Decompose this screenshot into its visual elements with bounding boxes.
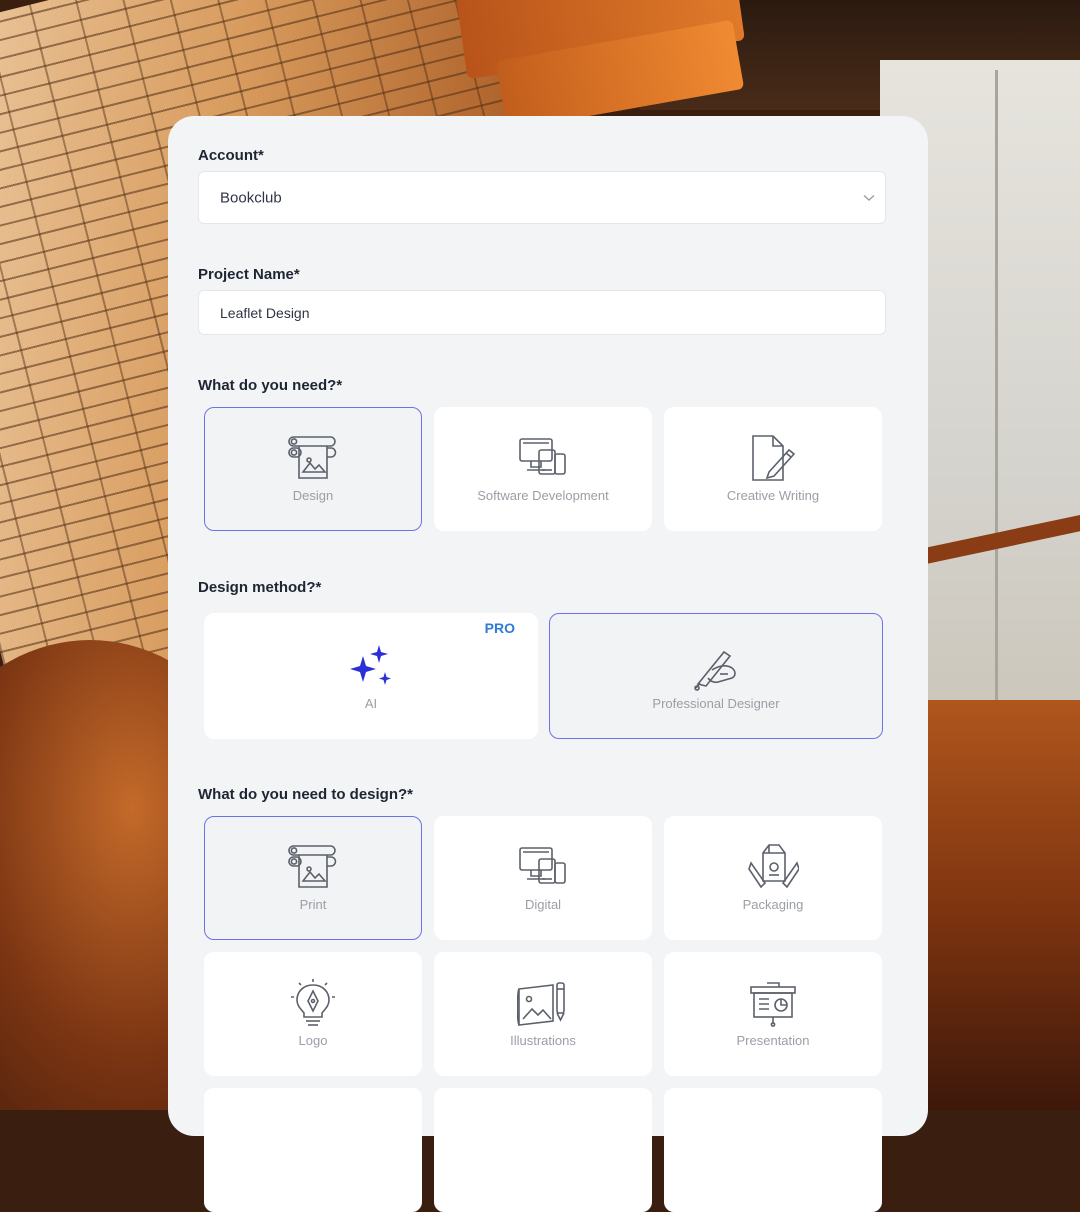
account-label: Account*	[198, 147, 264, 164]
design-type-option-more[interactable]	[204, 1088, 422, 1212]
devices-icon	[519, 438, 566, 475]
devices-icon	[519, 847, 566, 884]
illustration-icon	[517, 982, 565, 1026]
design-type-option-label: Logo	[298, 1033, 328, 1048]
chevron-down-icon	[863, 191, 875, 205]
need-option-label: Software Development	[477, 488, 609, 503]
design-type-option-label: Print	[299, 897, 327, 912]
design-type-option-presentation[interactable]: Presentation	[664, 952, 882, 1076]
print-roll-icon	[288, 845, 337, 888]
project-name-label: Project Name*	[198, 266, 300, 283]
method-option-label: AI	[364, 696, 378, 711]
need-option-label: Design	[292, 488, 334, 503]
need-label: What do you need?*	[198, 377, 343, 394]
design-type-option-packaging[interactable]: Packaging	[664, 816, 882, 940]
method-option-ai[interactable]: PRO AI	[204, 613, 538, 739]
need-option-creative-writing[interactable]: Creative Writing	[664, 407, 882, 531]
design-method-label: Design method?*	[198, 579, 322, 596]
need-option-label: Creative Writing	[726, 488, 820, 503]
need-option-design[interactable]: Design	[204, 407, 422, 531]
design-type-label: What do you need to design?*	[198, 786, 413, 803]
method-option-label: Professional Designer	[652, 696, 780, 711]
design-type-option-label: Presentation	[736, 1033, 810, 1048]
project-name-input[interactable]: Leaflet Design	[198, 290, 886, 335]
print-roll-icon	[288, 436, 337, 479]
design-type-option-label: Packaging	[742, 897, 804, 912]
hand-pen-icon	[694, 650, 736, 691]
design-type-option-digital[interactable]: Digital	[434, 816, 652, 940]
design-type-option-label: Illustrations	[510, 1033, 576, 1048]
design-type-option-more[interactable]	[664, 1088, 882, 1212]
method-option-professional-designer[interactable]: Professional Designer	[549, 613, 883, 739]
lightbulb-pen-icon	[291, 979, 335, 1026]
need-option-software-development[interactable]: Software Development	[434, 407, 652, 531]
document-pencil-icon	[752, 435, 796, 481]
account-select-value: Bookclub	[220, 189, 282, 206]
project-form-card: Account* Bookclub Project Name* Leaflet …	[168, 116, 928, 1212]
design-type-option-label: Digital	[524, 897, 562, 912]
sparkles-icon	[350, 645, 391, 685]
design-type-option-illustrations[interactable]: Illustrations	[434, 952, 652, 1076]
presentation-board-icon	[750, 982, 796, 1027]
account-select[interactable]: Bookclub	[198, 171, 886, 224]
design-type-option-logo[interactable]: Logo	[204, 952, 422, 1076]
design-type-option-more[interactable]	[434, 1088, 652, 1212]
packaging-icon	[748, 844, 799, 889]
project-name-value: Leaflet Design	[220, 304, 310, 321]
pro-badge: PRO	[484, 620, 515, 636]
design-type-option-print[interactable]: Print	[204, 816, 422, 940]
